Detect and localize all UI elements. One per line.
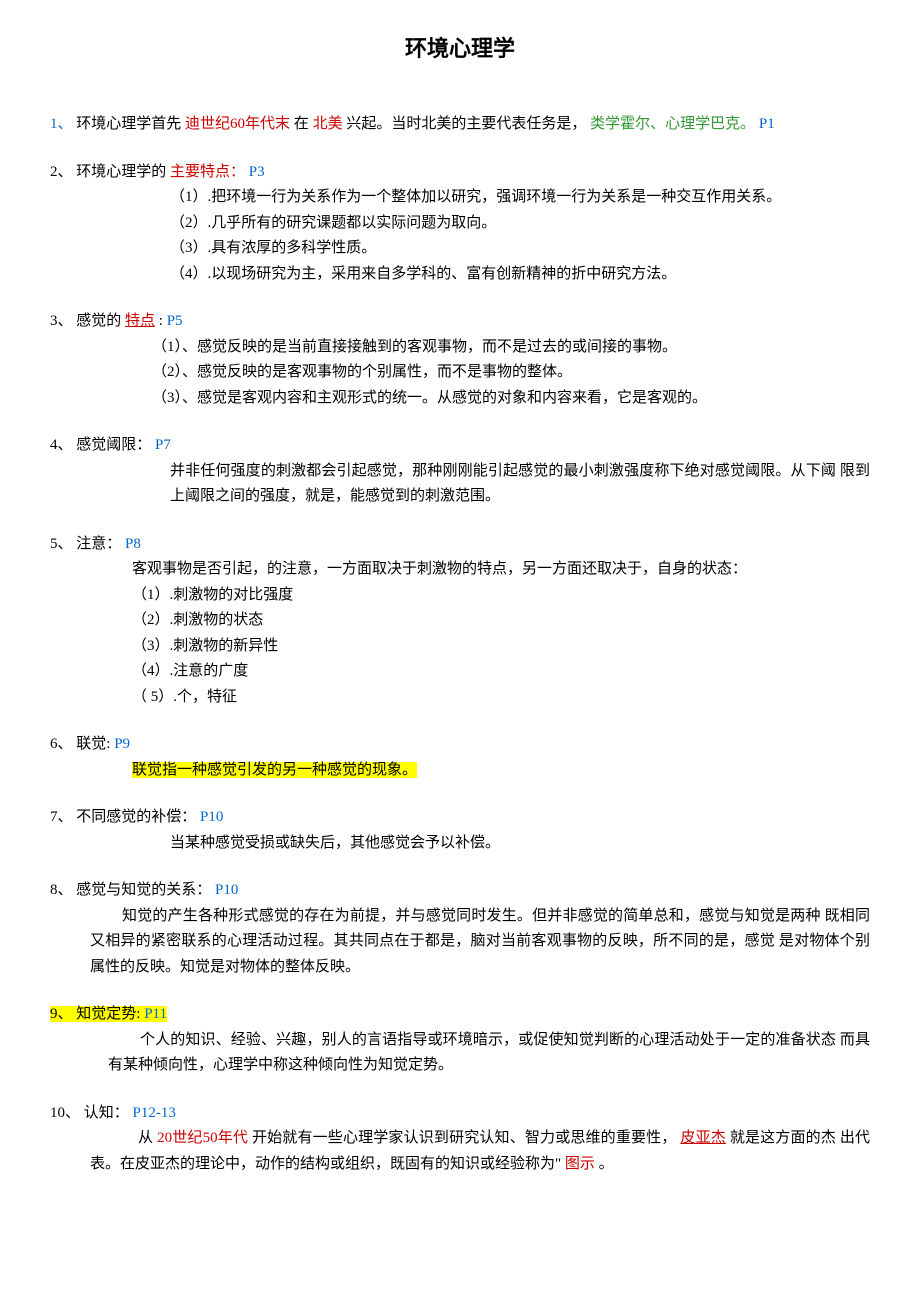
s1-pref: P1 (759, 116, 775, 132)
s2-red: 主要特点： (170, 164, 245, 180)
s1-green: 类学霍尔、心理学巴克。 (590, 116, 755, 132)
s8-pref: P10 (215, 882, 238, 898)
s10-head: 10、 认知： P12-13 (50, 1101, 870, 1127)
num-8: 8、 (50, 882, 73, 898)
s2-t1: 环境心理学的 (76, 164, 166, 180)
s10-body: 从 20世纪50年代 开始就有一些心理学家认识到研究认知、智力或思维的重要性， … (50, 1126, 870, 1177)
s2-item-2: （2）.几乎所有的研究课题都以实际问题为取向。 (50, 211, 870, 237)
s7-head: 7、 不同感觉的补偿： P10 (50, 805, 870, 831)
s5-t1: 注意： (76, 536, 125, 552)
num-5: 5、 (50, 536, 73, 552)
s4-head: 4、 感觉阈限： P7 (50, 433, 870, 459)
s1-t1: 环境心理学首先 (76, 116, 181, 132)
num-7: 7、 (50, 809, 73, 825)
num-3: 3、 (50, 313, 73, 329)
s5-item-4: （4）.注意的广度 (50, 659, 870, 685)
s9-hl-head: 9、 知觉定势: P11 (50, 1006, 167, 1022)
s8-body: 知觉的产生各种形式感觉的存在为前提，并与感觉同时发生。但并非感觉的简单总和，感觉… (50, 904, 870, 981)
s10-red2: 皮亚杰 (680, 1130, 725, 1146)
s3-red: 特点 (125, 313, 155, 329)
s4-body: 并非任何强度的刺激都会引起感觉，那种刚刚能引起感觉的最小刺激强度称下绝对感觉阈限… (50, 459, 870, 510)
s1-red2: 北美 (313, 116, 343, 132)
s10-b1: 从 (138, 1130, 153, 1146)
s9-head: 9、 知觉定势: P11 (50, 1002, 870, 1028)
section-1: 1、 环境心理学首先 迪世纪60年代末 在 北美 兴起。当时北美的主要代表任务是… (50, 112, 870, 138)
s9-pref: P11 (144, 1006, 167, 1022)
section-5: 5、 注意： P8 客观事物是否引起，的注意，一方面取决于刺激物的特点，另一方面… (50, 532, 870, 711)
num-9: 9、 (50, 1006, 73, 1022)
s3-head: 3、 感觉的 特点 : P5 (50, 309, 870, 335)
s5-item-1: （1）.刺激物的对比强度 (50, 583, 870, 609)
s1-red1: 迪世纪60年代末 (185, 116, 290, 132)
s6-pref: P9 (114, 736, 130, 752)
s1-t3: 兴起。当时北美的主要代表任务是， (346, 116, 586, 132)
s1-t2: 在 (294, 116, 309, 132)
num-2: 2、 (50, 164, 73, 180)
s7-body: 当某种感觉受损或缺失后，其他感觉会予以补偿。 (50, 831, 870, 857)
section-2: 2、 环境心理学的 主要特点： P3 （1）.把环境一行为关系作为一个整体加以研… (50, 160, 870, 288)
s9-t1: 知觉定势: (76, 1006, 140, 1022)
section-6: 6、 联觉: P9 联觉指一种感觉引发的另一种感觉的现象。 (50, 732, 870, 783)
section-3: 3、 感觉的 特点 : P5 （1）、感觉反映的是当前直接接触到的客观事物，而不… (50, 309, 870, 411)
section-4: 4、 感觉阈限： P7 并非任何强度的刺激都会引起感觉，那种刚刚能引起感觉的最小… (50, 433, 870, 510)
s6-t1: 联觉: (76, 736, 110, 752)
s4-pref: P7 (155, 437, 171, 453)
s2-item-1: （1）.把环境一行为关系作为一个整体加以研究，强调环境一行为关系是一种交互作用关… (50, 185, 870, 211)
s2-item-4: （4）.以现场研究为主，采用来自多学科的、富有创新精神的折中研究方法。 (50, 262, 870, 288)
s2-pref: P3 (249, 164, 265, 180)
s6-head: 6、 联觉: P9 (50, 732, 870, 758)
section-7: 7、 不同感觉的补偿： P10 当某种感觉受损或缺失后，其他感觉会予以补偿。 (50, 805, 870, 856)
s5-item-5: （ 5）.个，特征 (50, 685, 870, 711)
section-9: 9、 知觉定势: P11 个人的知识、经验、兴趣，别人的言语指导或环境暗示，或促… (50, 1002, 870, 1079)
num-4: 4、 (50, 437, 73, 453)
num-6: 6、 (50, 736, 73, 752)
s2-head: 2、 环境心理学的 主要特点： P3 (50, 160, 870, 186)
s5-lead: 客观事物是否引起，的注意，一方面取决于刺激物的特点，另一方面还取决于，自身的状态… (50, 557, 870, 583)
s6-hl-wrap: 联觉指一种感觉引发的另一种感觉的现象。 (50, 758, 870, 784)
s3-item-2: （2）、感觉反映的是客观事物的个别属性，而不是事物的整体。 (50, 360, 870, 386)
s10-pref: P12-13 (133, 1105, 176, 1121)
s10-t1: 认知： (84, 1105, 133, 1121)
s3-item-1: （1）、感觉反映的是当前直接接触到的客观事物，而不是过去的或间接的事物。 (50, 335, 870, 361)
section-10: 10、 认知： P12-13 从 20世纪50年代 开始就有一些心理学家认识到研… (50, 1101, 870, 1178)
s8-t1: 感觉与知觉的关系： (76, 882, 215, 898)
s5-item-3: （3）.刺激物的新异性 (50, 634, 870, 660)
page-title: 环境心理学 (50, 30, 870, 67)
s3-pref: P5 (167, 313, 183, 329)
s10-b2: 开始就有一些心理学家认识到研究认知、智力或思维的重要性， (252, 1130, 677, 1146)
s3-t1: 感觉的 (76, 313, 121, 329)
s10-red3: 图示 (565, 1156, 595, 1172)
s2-item-3: （3）.具有浓厚的多科学性质。 (50, 236, 870, 262)
s10-b4: 。 (599, 1156, 614, 1172)
s5-item-2: （2）.刺激物的状态 (50, 608, 870, 634)
s3-t2: : (159, 313, 163, 329)
s8-head: 8、 感觉与知觉的关系： P10 (50, 878, 870, 904)
s3-item-3: （3）、感觉是客观内容和主观形式的统一。从感觉的对象和内容来看，它是客观的。 (50, 386, 870, 412)
s5-pref: P8 (125, 536, 141, 552)
s7-t1: 不同感觉的补偿： (76, 809, 200, 825)
s7-pref: P10 (200, 809, 223, 825)
section-8: 8、 感觉与知觉的关系： P10 知觉的产生各种形式感觉的存在为前提，并与感觉同… (50, 878, 870, 980)
num-10: 10、 (50, 1105, 80, 1121)
s9-body: 个人的知识、经验、兴趣，别人的言语指导或环境暗示，或促使知觉判断的心理活动处于一… (50, 1028, 870, 1079)
num-1: 1、 (50, 116, 73, 132)
s4-t1: 感觉阈限： (76, 437, 155, 453)
s5-head: 5、 注意： P8 (50, 532, 870, 558)
s6-hl: 联觉指一种感觉引发的另一种感觉的现象。 (132, 762, 417, 778)
s10-red1: 20世纪50年代 (157, 1130, 248, 1146)
